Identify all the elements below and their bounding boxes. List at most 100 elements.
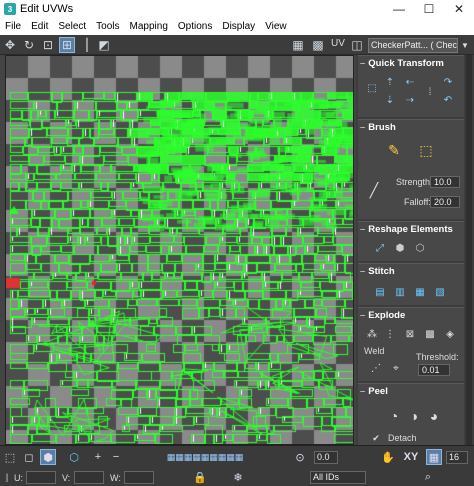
detach-label: Detach bbox=[388, 433, 417, 443]
grid-spinner[interactable]: 16 bbox=[446, 451, 468, 464]
zoom-icon[interactable]: ⌕ bbox=[420, 469, 436, 485]
uv-label[interactable]: UV bbox=[331, 38, 345, 49]
maximize-button[interactable]: ☐ bbox=[414, 0, 444, 18]
detach-edge-icon[interactable]: ⋮ bbox=[382, 326, 398, 342]
v-field[interactable] bbox=[74, 471, 104, 484]
rotate-cw-icon[interactable]: ↷ bbox=[440, 74, 456, 90]
align-right-icon[interactable]: ⇢ bbox=[402, 92, 418, 108]
collapse-icon[interactable]: – bbox=[360, 310, 365, 321]
u-field[interactable] bbox=[26, 471, 56, 484]
uv-canvas[interactable] bbox=[6, 56, 353, 444]
v-label: V: bbox=[62, 473, 71, 483]
peel-header[interactable]: – Peel bbox=[358, 384, 464, 398]
stitch-target-icon[interactable]: ▦ bbox=[412, 284, 428, 300]
freeform-icon[interactable]: ⊞ bbox=[59, 37, 75, 53]
pan-hand-icon[interactable]: ✋ bbox=[380, 449, 396, 465]
collapse-icon[interactable]: – bbox=[360, 386, 365, 397]
uv-toggle-icon[interactable]: ◫ bbox=[349, 37, 365, 53]
straighten-icon[interactable]: ⤢ bbox=[372, 240, 388, 256]
uv-editor-viewport[interactable] bbox=[5, 55, 354, 445]
align-bottom-icon[interactable]: ⇣ bbox=[382, 92, 398, 108]
menu-file[interactable]: File bbox=[0, 21, 26, 32]
stitch-custom-icon[interactable]: ▧ bbox=[432, 284, 448, 300]
collapse-icon[interactable]: – bbox=[360, 266, 365, 277]
weld-selected-icon[interactable]: ⋰ bbox=[368, 360, 384, 376]
align-left-icon[interactable]: ⇠ bbox=[402, 74, 418, 90]
peel-label: Peel bbox=[368, 385, 388, 397]
falloff-spinner[interactable]: 20.0 bbox=[430, 196, 460, 208]
menu-options[interactable]: Options bbox=[173, 21, 217, 32]
flatten-by-polygon-icon[interactable]: ⊠ bbox=[402, 326, 418, 342]
vertex-select-icon[interactable]: ⬚ bbox=[2, 449, 18, 465]
brush-size-icon[interactable]: ╱ bbox=[366, 182, 382, 198]
space-icon[interactable]: ⁞ bbox=[422, 84, 438, 100]
menu-tools[interactable]: Tools bbox=[91, 21, 124, 32]
reset-peel-icon[interactable]: ◕ bbox=[426, 408, 442, 424]
grid-snap-icon[interactable]: ▦ bbox=[426, 449, 442, 465]
quick-transform-section: – Quick Transform ⬚ ⇡ ⇣ ⇠ ⇢ ⁞ ↷ ↶ bbox=[358, 55, 464, 117]
relax-icon[interactable]: ⬢ bbox=[392, 240, 408, 256]
move-icon[interactable]: ✥ bbox=[2, 37, 18, 53]
stitch-source-icon[interactable]: ▤ bbox=[372, 284, 388, 300]
ring-icon[interactable]: ⊙ bbox=[292, 449, 308, 465]
brush-label: Brush bbox=[368, 121, 396, 133]
stitch-average-icon[interactable]: ▥ bbox=[392, 284, 408, 300]
show-map-icon[interactable]: ▦ bbox=[290, 37, 306, 53]
explode-header[interactable]: – Explode bbox=[358, 308, 464, 322]
close-button[interactable]: ✕ bbox=[444, 0, 474, 18]
threshold-spinner[interactable]: 0.01 bbox=[418, 364, 450, 376]
minus-icon[interactable]: − bbox=[108, 449, 124, 465]
checker-split-icon[interactable]: ▩ bbox=[422, 326, 438, 342]
peel-section: – Peel ◔ ◑ ◕ ✔ Detach bbox=[358, 383, 464, 445]
selection-tools-icon[interactable]: ▦▦▦▦▦▦▦▦▦ bbox=[130, 449, 280, 465]
absolute-mode-icon[interactable]: | bbox=[2, 470, 12, 484]
panel-scrollbar[interactable] bbox=[466, 55, 472, 445]
texture-dropdown[interactable]: CheckerPatt... ( Checker ) bbox=[368, 38, 458, 53]
menu-display[interactable]: Display bbox=[217, 21, 260, 32]
stitch-header[interactable]: – Stitch bbox=[358, 264, 464, 278]
collapse-icon[interactable]: – bbox=[360, 58, 365, 69]
plus-icon[interactable]: + bbox=[90, 449, 106, 465]
ring-spinner[interactable]: 0.0 bbox=[314, 451, 338, 464]
break-icon[interactable]: ⁂ bbox=[364, 326, 380, 342]
element-select-icon[interactable]: ⬢ bbox=[40, 449, 56, 465]
rotate-icon[interactable]: ↻ bbox=[21, 37, 37, 53]
scale-icon[interactable]: ⊡ bbox=[40, 37, 56, 53]
w-label: W: bbox=[110, 473, 121, 483]
detach-checkbox[interactable]: ✔ bbox=[368, 430, 384, 445]
menu-select[interactable]: Select bbox=[53, 21, 91, 32]
minimize-button[interactable]: — bbox=[384, 0, 414, 18]
mirror-icon[interactable]: ⎮ bbox=[79, 37, 95, 53]
align-icon[interactable]: ⬚ bbox=[364, 80, 380, 96]
ids-dropdown[interactable]: All IDs bbox=[310, 471, 366, 484]
rotate-ccw-icon[interactable]: ↶ bbox=[440, 92, 456, 108]
reshape-header[interactable]: – Reshape Elements bbox=[358, 222, 464, 236]
collapse-icon[interactable]: – bbox=[360, 122, 365, 133]
brush-header[interactable]: – Brush bbox=[358, 120, 464, 134]
relax-brush-icon[interactable]: ⬚ bbox=[418, 142, 434, 158]
align-top-icon[interactable]: ⇡ bbox=[382, 74, 398, 90]
chevron-down-icon[interactable]: ▼ bbox=[459, 38, 471, 53]
menu-view[interactable]: View bbox=[260, 21, 292, 32]
collapse-icon[interactable]: – bbox=[360, 224, 365, 235]
cube-icon[interactable]: ⬡ bbox=[66, 449, 82, 465]
stitch-label: Stitch bbox=[368, 265, 395, 277]
edge-select-icon[interactable]: ◻ bbox=[21, 449, 37, 465]
strength-spinner[interactable]: 10.0 bbox=[430, 176, 460, 188]
explode-elements-icon[interactable]: ◈ bbox=[442, 326, 458, 342]
flatten-icon[interactable]: ⬡ bbox=[412, 240, 428, 256]
checker-icon[interactable]: ▩ bbox=[310, 37, 326, 53]
quick-peel-icon[interactable]: ◔ bbox=[386, 408, 402, 424]
threshold-label: Threshold: bbox=[416, 352, 459, 362]
menu-edit[interactable]: Edit bbox=[26, 21, 53, 32]
quick-transform-header[interactable]: – Quick Transform bbox=[358, 56, 464, 70]
lock-icon[interactable]: 🔒 bbox=[192, 469, 208, 485]
xy-toggle[interactable]: XY bbox=[400, 449, 422, 465]
peel-mode-icon[interactable]: ◑ bbox=[406, 408, 422, 424]
pan-icon[interactable]: ◩ bbox=[96, 37, 112, 53]
paint-brush-icon[interactable]: ✎ bbox=[386, 142, 402, 158]
menu-mapping[interactable]: Mapping bbox=[125, 21, 173, 32]
w-field[interactable] bbox=[124, 471, 154, 484]
weld-target-icon[interactable]: ⌖ bbox=[388, 360, 404, 376]
snowflake-icon[interactable]: ❄ bbox=[230, 469, 246, 485]
